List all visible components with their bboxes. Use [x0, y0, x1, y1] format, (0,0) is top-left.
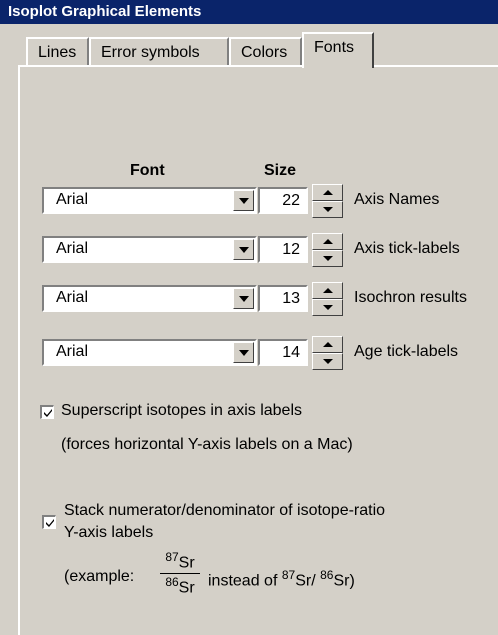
- spin-up-icon[interactable]: [312, 233, 343, 250]
- example-prefix: (example:: [64, 568, 135, 585]
- axis-names-label: Axis Names: [354, 191, 440, 208]
- age-tick-labels-font-value: Arial: [56, 343, 89, 360]
- axis-tick-labels-size-spinner[interactable]: [312, 233, 343, 267]
- axis-tick-labels-font-value: Arial: [56, 240, 89, 257]
- stack-label-line1[interactable]: Stack numerator/denominator of isotope-r…: [64, 502, 385, 520]
- stack-label-line2[interactable]: Y-axis labels: [64, 524, 153, 542]
- example-suffix: instead of 87Sr/ 86Sr): [208, 568, 355, 590]
- alt-denominator-element: Sr): [333, 572, 355, 590]
- denominator-mass: 86: [165, 575, 179, 590]
- tab-fonts[interactable]: Fonts: [302, 32, 374, 68]
- spin-up-icon[interactable]: [312, 184, 343, 201]
- tab-error-symbols[interactable]: Error symbols: [89, 37, 229, 66]
- font-column-header: Font: [130, 162, 165, 179]
- axis-names-font-select[interactable]: Arial: [42, 187, 257, 214]
- axis-tick-labels-size-field[interactable]: 12: [258, 236, 308, 263]
- spin-down-icon[interactable]: [312, 299, 343, 316]
- example-fraction: 87Sr 86Sr: [158, 550, 202, 598]
- spin-up-icon[interactable]: [312, 282, 343, 299]
- age-tick-labels-label: Age tick-labels: [354, 343, 459, 360]
- alt-numerator-element: Sr/: [295, 572, 316, 590]
- isochron-results-font-value: Arial: [56, 289, 89, 306]
- axis-tick-labels-label: Axis tick-labels: [354, 240, 460, 257]
- checkmark-icon: [44, 409, 52, 417]
- alt-denominator-mass: 86: [320, 568, 334, 582]
- tab-lines-label: Lines: [38, 44, 77, 61]
- age-tick-labels-font-select[interactable]: Arial: [42, 339, 257, 366]
- size-column-header: Size: [264, 162, 297, 179]
- chevron-down-icon[interactable]: [233, 288, 254, 309]
- axis-names-size-field[interactable]: 22: [258, 187, 308, 214]
- stack-checkbox[interactable]: [42, 515, 56, 529]
- spin-up-icon[interactable]: [312, 336, 343, 353]
- tab-fonts-label: Fonts: [314, 39, 355, 56]
- isochron-results-size-spinner[interactable]: [312, 282, 343, 316]
- axis-tick-labels-font-select[interactable]: Arial: [42, 236, 257, 263]
- age-tick-labels-size-field[interactable]: 14: [258, 339, 308, 366]
- chevron-down-icon[interactable]: [233, 239, 254, 260]
- isochron-results-font-select[interactable]: Arial: [42, 285, 257, 312]
- tab-error-symbols-label: Error symbols: [101, 44, 200, 61]
- superscript-note: (forces horizontal Y-axis labels on a Ma…: [61, 436, 353, 453]
- example-denominator: 86Sr: [158, 575, 202, 597]
- tab-colors-label: Colors: [241, 44, 288, 61]
- axis-names-font-value: Arial: [56, 191, 89, 208]
- chevron-down-icon[interactable]: [233, 190, 254, 211]
- numerator-element: Sr: [178, 554, 195, 572]
- age-tick-labels-size-spinner[interactable]: [312, 336, 343, 370]
- chevron-down-icon[interactable]: [233, 342, 254, 363]
- checkmark-icon: [46, 519, 54, 527]
- spin-down-icon[interactable]: [312, 201, 343, 218]
- denominator-element: Sr: [178, 579, 195, 597]
- window-title: Isoplot Graphical Elements: [0, 0, 498, 24]
- tab-colors[interactable]: Colors: [229, 37, 302, 66]
- example-numerator: 87Sr: [158, 550, 202, 572]
- alt-numerator-mass: 87: [281, 568, 296, 582]
- superscript-label[interactable]: Superscript isotopes in axis labels: [61, 402, 302, 420]
- spin-down-icon[interactable]: [312, 250, 343, 267]
- isochron-results-label: Isochron results: [354, 289, 467, 306]
- isochron-results-size-field[interactable]: 13: [258, 285, 308, 312]
- tab-lines[interactable]: Lines: [26, 37, 89, 66]
- instead-of-text: instead of: [208, 572, 278, 590]
- spin-down-icon[interactable]: [312, 353, 343, 370]
- fraction-bar: [160, 573, 200, 575]
- axis-names-size-spinner[interactable]: [312, 184, 343, 218]
- superscript-checkbox[interactable]: [40, 405, 54, 419]
- numerator-mass: 87: [165, 550, 179, 564]
